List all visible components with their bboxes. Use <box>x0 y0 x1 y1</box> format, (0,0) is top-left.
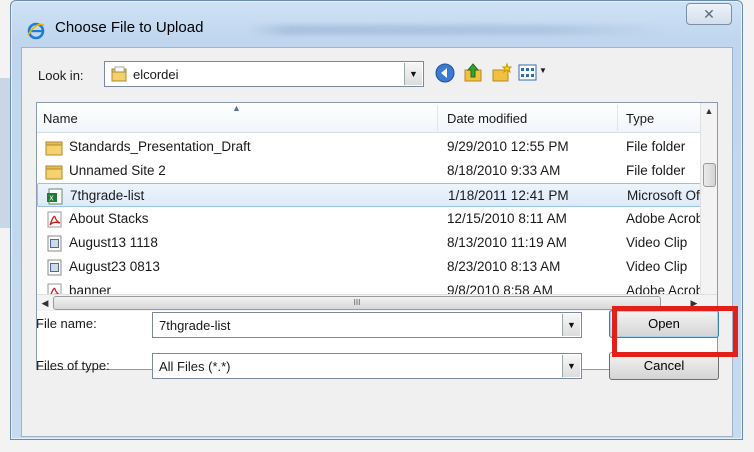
file-name-field[interactable]: 7thgrade-list ▼ <box>152 312 582 338</box>
svg-text:X: X <box>49 195 54 203</box>
open-button-highlight <box>612 306 738 357</box>
sort-ascending-icon: ▲ <box>232 103 241 113</box>
scroll-left-icon[interactable]: ◀ <box>37 295 53 311</box>
views-menu-icon <box>518 64 537 81</box>
file-type: File folder <box>626 139 686 154</box>
column-header-name[interactable]: Name <box>43 111 78 126</box>
choose-file-dialog: Choose File to Upload ✕ Look in: elcorde… <box>10 0 743 440</box>
file-date: 8/13/2010 11:19 AM <box>447 235 567 250</box>
pdf-file-icon <box>47 211 62 228</box>
file-name: August23 0813 <box>69 259 160 274</box>
file-row-partial[interactable]: banner 9/8/2010 8:58 AM Adobe Acrob <box>37 279 702 295</box>
file-date: 8/18/2010 9:33 AM <box>447 163 561 178</box>
horizontal-scroll-thumb[interactable]: III <box>53 296 661 310</box>
file-name: 7thgrade-list <box>70 188 145 203</box>
look-in-label: Look in: <box>38 68 84 83</box>
new-folder-icon[interactable] <box>490 62 512 84</box>
file-type: Adobe Acrob <box>626 211 702 226</box>
file-type: File folder <box>626 163 686 178</box>
chevron-down-icon: ▼ <box>539 66 547 75</box>
file-type: Video Clip <box>626 235 688 250</box>
chevron-down-icon[interactable]: ▼ <box>404 63 422 85</box>
excel-file-icon: X <box>47 188 63 205</box>
file-type-label: Files of type: <box>36 358 110 373</box>
up-folder-icon[interactable] <box>462 62 484 84</box>
file-name-label: File name: <box>36 316 97 331</box>
look-in-dropdown[interactable]: elcordei ▼ <box>104 61 424 87</box>
folder-icon <box>111 66 127 82</box>
column-header-date[interactable]: Date modified <box>447 111 527 126</box>
file-row-selected[interactable]: X 7thgrade-list 1/18/2011 12:41 PM Micro… <box>37 183 703 207</box>
video-file-icon <box>47 259 62 276</box>
folder-icon <box>45 141 63 156</box>
folder-icon <box>45 165 63 180</box>
blurred-title-text <box>247 25 667 35</box>
file-name: August13 1118 <box>69 235 158 250</box>
background-window-edge <box>0 78 10 228</box>
title-bar: Choose File to Upload ✕ <box>11 1 742 51</box>
video-file-icon <box>47 235 62 252</box>
file-row[interactable]: Standards_Presentation_Draft 9/29/2010 1… <box>37 135 702 159</box>
file-type-dropdown[interactable]: All Files (*.*) ▼ <box>152 353 582 379</box>
internet-explorer-icon <box>27 22 45 40</box>
file-date: 12/15/2010 8:11 AM <box>447 211 567 226</box>
scroll-up-icon[interactable]: ▲ <box>701 103 717 120</box>
file-type: Microsoft Off <box>627 188 703 203</box>
file-date: 1/18/2011 12:41 PM <box>448 188 569 203</box>
dialog-title: Choose File to Upload <box>55 19 204 36</box>
dialog-body: Look in: elcordei ▼ ▼ Name ▲ Date modifi… <box>21 47 733 437</box>
file-date: 8/23/2010 8:13 AM <box>447 259 561 274</box>
column-divider[interactable] <box>617 105 618 131</box>
look-in-value: elcordei <box>133 67 179 82</box>
file-type-value: All Files (*.*) <box>159 359 231 374</box>
close-button[interactable]: ✕ <box>686 3 732 25</box>
vertical-scrollbar[interactable]: ▲ ▼ <box>700 103 717 311</box>
file-row[interactable]: August13 1118 8/13/2010 11:19 AM Video C… <box>37 231 702 255</box>
file-row[interactable]: Unnamed Site 2 8/18/2010 9:33 AM File fo… <box>37 159 702 183</box>
file-row[interactable]: About Stacks 12/15/2010 8:11 AM Adobe Ac… <box>37 207 702 231</box>
file-row[interactable]: August23 0813 8/23/2010 8:13 AM Video Cl… <box>37 255 702 279</box>
file-date: 9/29/2010 12:55 PM <box>447 139 569 154</box>
file-type: Video Clip <box>626 259 688 274</box>
file-name: Unnamed Site 2 <box>69 163 166 178</box>
back-icon[interactable] <box>434 62 456 84</box>
column-divider[interactable] <box>437 105 438 131</box>
file-name: About Stacks <box>69 211 149 226</box>
file-name-value: 7thgrade-list <box>159 318 231 333</box>
views-menu-button[interactable]: ▼ <box>518 62 550 84</box>
column-headers: Name ▲ Date modified Type <box>37 103 702 133</box>
column-header-type[interactable]: Type <box>626 111 654 126</box>
chevron-down-icon[interactable]: ▼ <box>562 355 580 377</box>
file-name: Standards_Presentation_Draft <box>69 139 251 154</box>
vertical-scroll-thumb[interactable] <box>703 163 716 187</box>
chevron-down-icon[interactable]: ▼ <box>562 314 580 336</box>
